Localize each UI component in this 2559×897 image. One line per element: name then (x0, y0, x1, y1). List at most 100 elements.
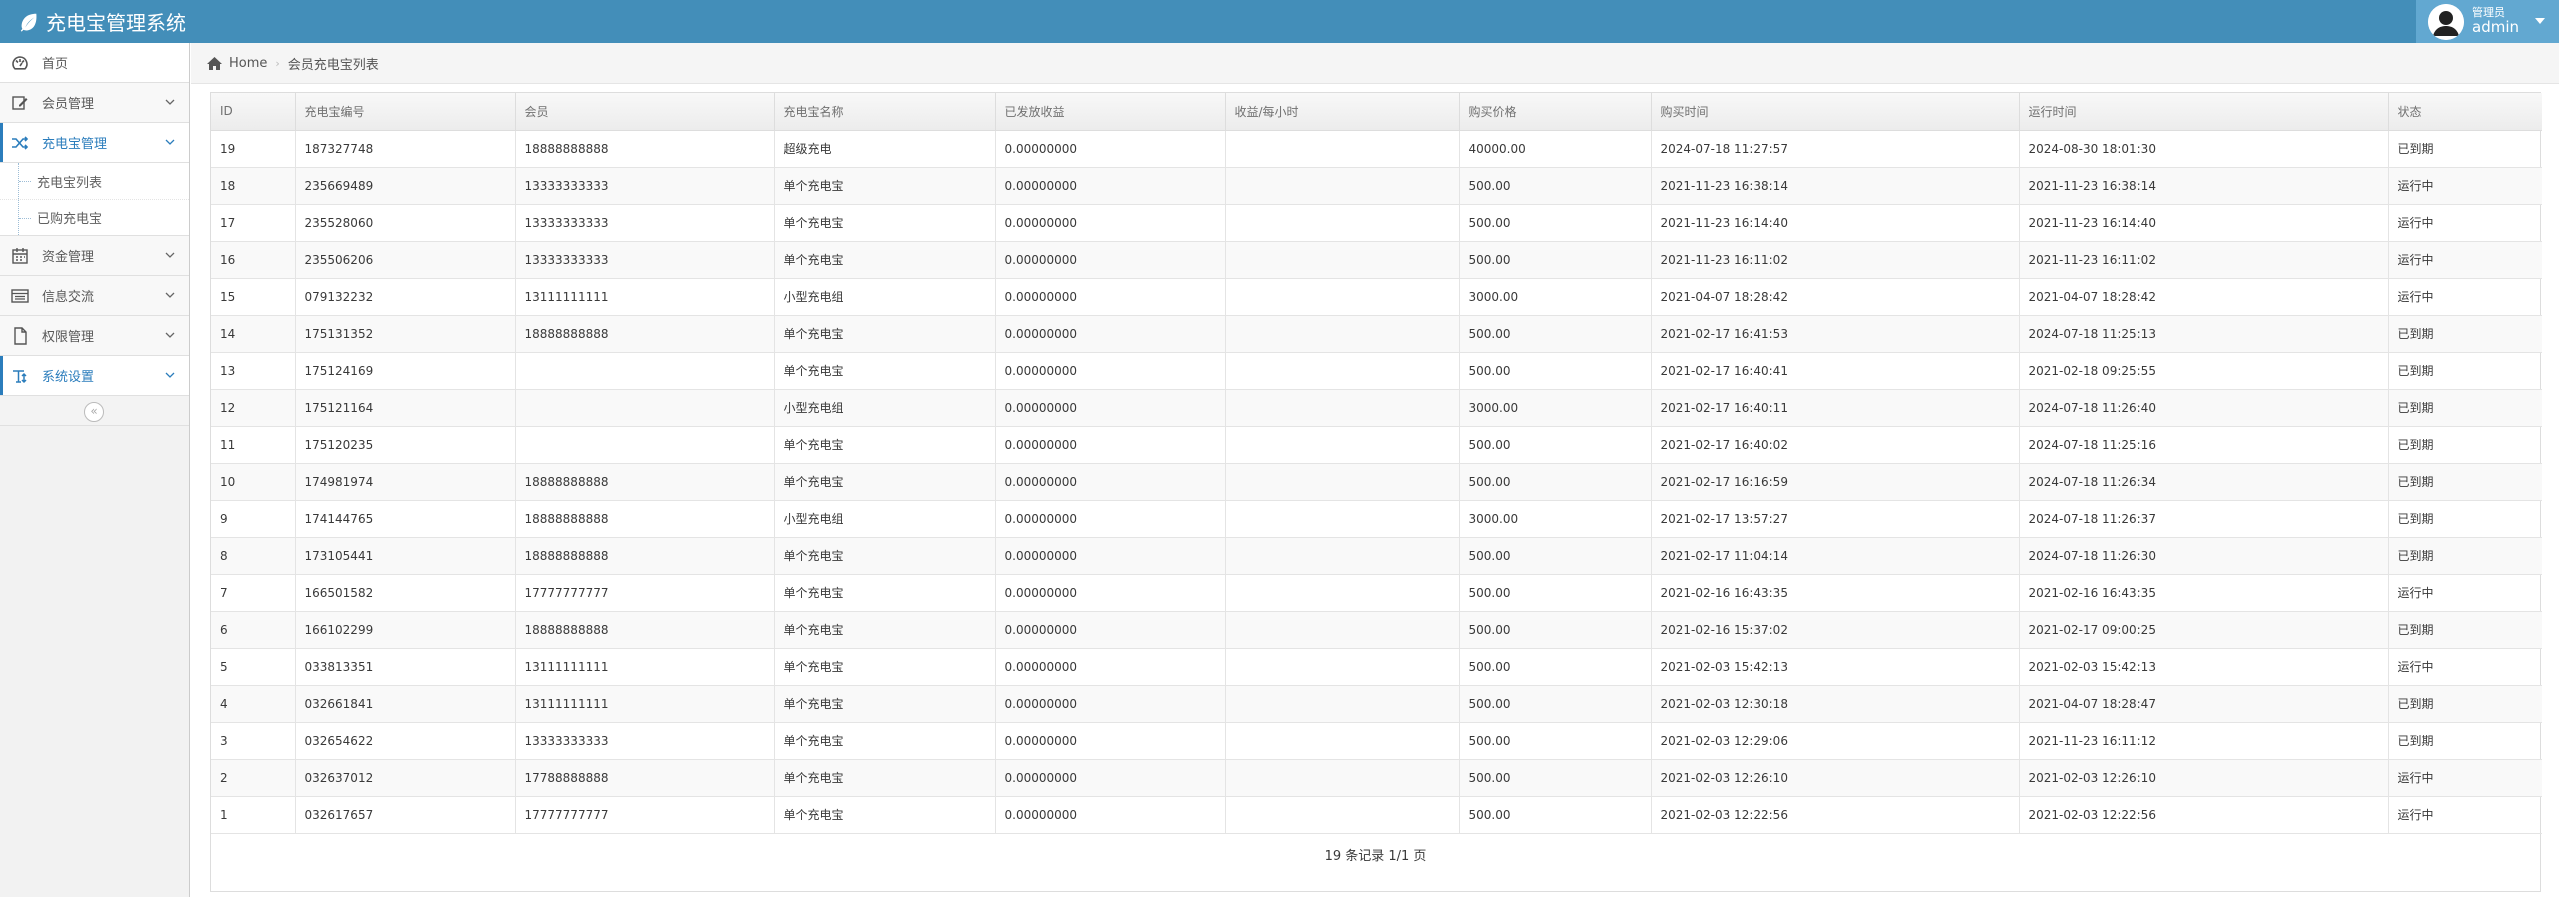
table-cell: 175121164 (294, 388, 516, 427)
table-row[interactable]: 7 166501582 17777777777 单个充电宝 0.00000000 500.… (211, 573, 2542, 612)
table-cell: 2021-02-03 12:22:56 (2018, 795, 2389, 834)
table-cell: 13111111111 (514, 647, 775, 686)
table-cell: 5 (211, 647, 296, 686)
table-cell: 3000.00 (1458, 499, 1652, 538)
table-row[interactable]: 18 235669489 13333333333 单个充电宝 0.00000000 500… (211, 166, 2542, 205)
table-cell (1224, 240, 1460, 279)
table-cell: 18888888888 (514, 314, 775, 353)
table-cell: 运行中 (2387, 758, 2542, 797)
brand[interactable]: 充电宝管理系统 (18, 0, 186, 43)
table-row[interactable]: 9 174144765 18888888888 小型充电组 0.00000000 3000… (211, 499, 2542, 538)
table-cell (1224, 536, 1460, 575)
table-cell: 19 (211, 129, 296, 168)
breadcrumb-home-link[interactable]: Home (229, 56, 267, 71)
user-menu[interactable]: 管理员 admin (2416, 0, 2559, 43)
table-cell: 500.00 (1458, 462, 1652, 501)
table-row[interactable]: 2 032637012 17788888888 单个充电宝 0.00000000 500.… (211, 758, 2542, 797)
table-cell: 0.00000000 (994, 277, 1226, 316)
table-row[interactable]: 15 079132232 13111111111 小型充电组 0.00000000 300… (211, 277, 2542, 316)
table-cell: 超级充电 (773, 129, 996, 168)
table-cell: 187327748 (294, 129, 516, 168)
table-cell: 1 (211, 795, 296, 834)
table-cell: 单个充电宝 (773, 314, 996, 353)
table-row[interactable]: 5 033813351 13111111111 单个充电宝 0.00000000 500.… (211, 647, 2542, 686)
table-cell: 小型充电组 (773, 277, 996, 316)
table-cell: 13333333333 (514, 166, 775, 205)
chevron-down-icon (165, 139, 175, 145)
table-cell: 0.00000000 (994, 573, 1226, 612)
table-cell: 18888888888 (514, 499, 775, 538)
submenu-item-purchased[interactable]: 已购充电宝 (0, 199, 189, 235)
table-cell: 9 (211, 499, 296, 538)
sidebar-item-powerbank[interactable]: 充电宝管理 (0, 123, 189, 163)
table-cell: 已到期 (2387, 351, 2542, 390)
sidebar-item-finance[interactable]: 资金管理 (0, 236, 189, 276)
powerbank-submenu: 充电宝列表 已购充电宝 (0, 163, 189, 236)
table-cell: 2024-07-18 11:26:40 (2018, 388, 2389, 427)
table-cell: 0.00000000 (994, 721, 1226, 760)
table-cell (1224, 425, 1460, 464)
submenu-item-powerbank-list[interactable]: 充电宝列表 (0, 163, 189, 199)
table-row[interactable]: 11 175120235 单个充电宝 0.00000000 500.00 2021-02-… (211, 425, 2542, 464)
table-cell: 0.00000000 (994, 610, 1226, 649)
table-cell: 单个充电宝 (773, 462, 996, 501)
table-cell: 2021-11-23 16:38:14 (1650, 166, 2020, 205)
table-cell: 500.00 (1458, 610, 1652, 649)
table-cell: 已到期 (2387, 129, 2542, 168)
table-row[interactable]: 17 235528060 13333333333 单个充电宝 0.00000000 500… (211, 203, 2542, 242)
table-cell: 0.00000000 (994, 425, 1226, 464)
sidebar-item-permissions[interactable]: 权限管理 (0, 316, 189, 356)
table-cell: 0.00000000 (994, 203, 1226, 242)
table-cell: 17788888888 (514, 758, 775, 797)
table-cell: 2021-02-03 15:42:13 (1650, 647, 2020, 686)
table-cell: 2021-04-07 18:28:47 (2018, 684, 2389, 723)
table-cell: 已到期 (2387, 499, 2542, 538)
table-cell (1224, 314, 1460, 353)
table-cell: 2021-02-03 12:22:56 (1650, 795, 2020, 834)
breadcrumb-separator-icon: › (275, 56, 280, 70)
table-cell: 500.00 (1458, 684, 1652, 723)
table-row[interactable]: 4 032661841 13111111111 单个充电宝 0.00000000 500.… (211, 684, 2542, 723)
sidebar-item-members[interactable]: 会员管理 (0, 83, 189, 123)
table-cell: 2021-02-17 13:57:27 (1650, 499, 2020, 538)
table-row[interactable]: 19 187327748 18888888888 超级充电 0.00000000 4000… (211, 129, 2542, 168)
table-cell: 单个充电宝 (773, 721, 996, 760)
table-cell: 033813351 (294, 647, 516, 686)
submenu-item-label: 已购充电宝 (37, 212, 103, 227)
table-cell: 175120235 (294, 425, 516, 464)
table-cell: 运行中 (2387, 573, 2542, 612)
table-row[interactable]: 16 235506206 13333333333 单个充电宝 0.00000000 500… (211, 240, 2542, 279)
table-cell: 2021-02-17 09:00:25 (2018, 610, 2389, 649)
table-row[interactable]: 12 175121164 小型充电组 0.00000000 3000.00 2021-02… (211, 388, 2542, 427)
sidebar-item-label: 系统设置 (42, 370, 95, 385)
table-cell: 已到期 (2387, 425, 2542, 464)
table-cell: 单个充电宝 (773, 203, 996, 242)
table-cell: 17777777777 (514, 795, 775, 834)
table-cell: 2021-02-17 11:04:14 (1650, 536, 2020, 575)
double-angle-left-icon[interactable]: « (84, 402, 104, 422)
table-row[interactable]: 1 032617657 17777777777 单个充电宝 0.00000000 500.… (211, 795, 2542, 834)
chevron-down-icon (165, 332, 175, 338)
calendar-icon (12, 248, 28, 264)
table-cell: 500.00 (1458, 425, 1652, 464)
table-row[interactable]: 14 175131352 18888888888 单个充电宝 0.00000000 500… (211, 314, 2542, 353)
table-cell (1224, 758, 1460, 797)
table-cell: 2021-02-03 12:30:18 (1650, 684, 2020, 723)
table-cell: 0.00000000 (994, 388, 1226, 427)
table-cell: 12 (211, 388, 296, 427)
sidebar-item-home[interactable]: 首页 (0, 43, 189, 83)
table-cell: 2024-07-18 11:25:13 (2018, 314, 2389, 353)
table-cell: 运行中 (2387, 166, 2542, 205)
table-cell (1224, 129, 1460, 168)
table-row[interactable]: 8 173105441 18888888888 单个充电宝 0.00000000 500.… (211, 536, 2542, 575)
table-row[interactable]: 3 032654622 13333333333 单个充电宝 0.00000000 500.… (211, 721, 2542, 760)
sidebar-item-label: 权限管理 (42, 330, 95, 345)
table-cell (1224, 351, 1460, 390)
sidebar-item-messages[interactable]: 信息交流 (0, 276, 189, 316)
sidebar-item-settings[interactable]: 系统设置 (0, 356, 189, 396)
table-row[interactable]: 13 175124169 单个充电宝 0.00000000 500.00 2021-02-… (211, 351, 2542, 390)
table-cell: 13111111111 (514, 277, 775, 316)
table-cell: 173105441 (294, 536, 516, 575)
table-row[interactable]: 6 166102299 18888888888 单个充电宝 0.00000000 500.… (211, 610, 2542, 649)
table-row[interactable]: 10 174981974 18888888888 单个充电宝 0.00000000 500… (211, 462, 2542, 501)
